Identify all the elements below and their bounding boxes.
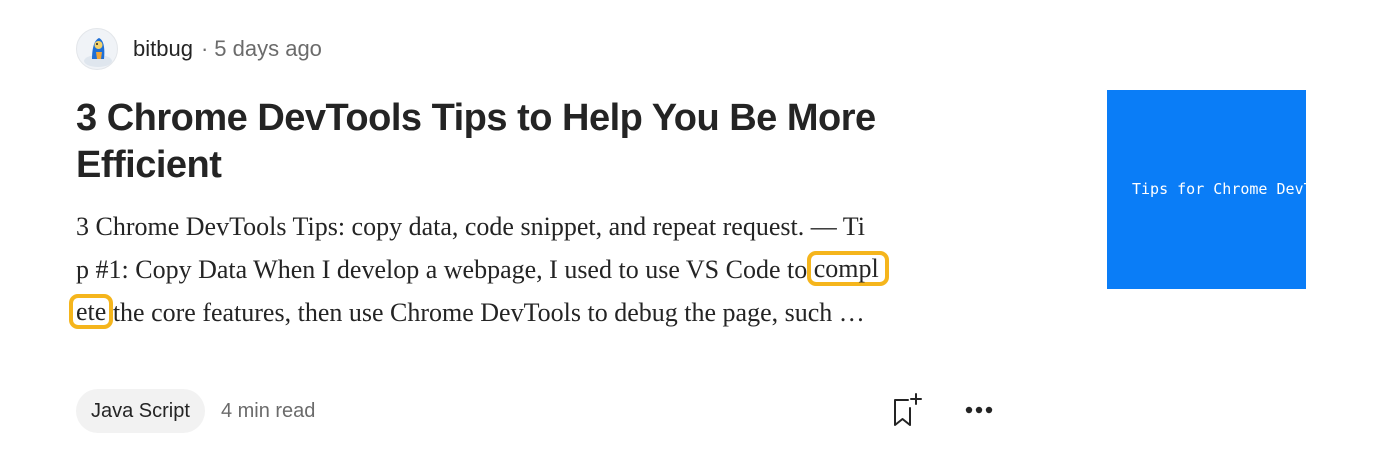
highlighted-word-part-2: ete (69, 294, 114, 329)
title-line-1: 3 Chrome DevTools Tips to Help You Be Mo… (76, 97, 876, 139)
excerpt-text: p #1: Copy Data When I develop a webpage… (76, 255, 814, 284)
title-line-2: Efficient (76, 144, 222, 186)
bookmark-add-icon (894, 393, 922, 426)
article-card[interactable]: bitbug · 5 days ago 3 Chrome DevTools Ti… (0, 0, 1400, 455)
read-time: 4 min read (220, 399, 316, 422)
author-row: bitbug · 5 days ago (76, 27, 322, 71)
excerpt-line-1: 3 Chrome DevTools Tips: copy data, code … (76, 212, 865, 241)
excerpt-text: the core features, then use Chrome DevTo… (106, 298, 865, 327)
more-options-button[interactable] (964, 405, 994, 415)
article-footer: Java Script 4 min read (76, 389, 315, 433)
bookmark-button[interactable] (888, 392, 924, 428)
article-title[interactable]: 3 Chrome DevTools Tips to Help You Be Mo… (76, 95, 936, 189)
avatar-icon (84, 38, 112, 67)
article-excerpt[interactable]: 3 Chrome DevTools Tips: copy data, code … (69, 205, 1006, 334)
article-thumbnail[interactable]: Tips for Chrome DevTools (1107, 90, 1306, 289)
avatar[interactable] (76, 28, 118, 70)
post-time: 5 days ago (214, 36, 322, 61)
excerpt-line-2: p #1: Copy Data When I develop a webpage… (76, 248, 1006, 291)
highlighted-word-part-1: compl (806, 251, 889, 286)
thumbnail-text: Tips for Chrome DevTools (1132, 180, 1306, 198)
excerpt-line-3: ete the core features, then use Chrome D… (69, 291, 1006, 334)
article-actions (888, 388, 994, 432)
topic-tag[interactable]: Java Script (76, 389, 205, 433)
more-options-icon (965, 406, 993, 414)
author-name[interactable]: bitbug (133, 36, 193, 62)
separator-dot: · (200, 36, 209, 61)
